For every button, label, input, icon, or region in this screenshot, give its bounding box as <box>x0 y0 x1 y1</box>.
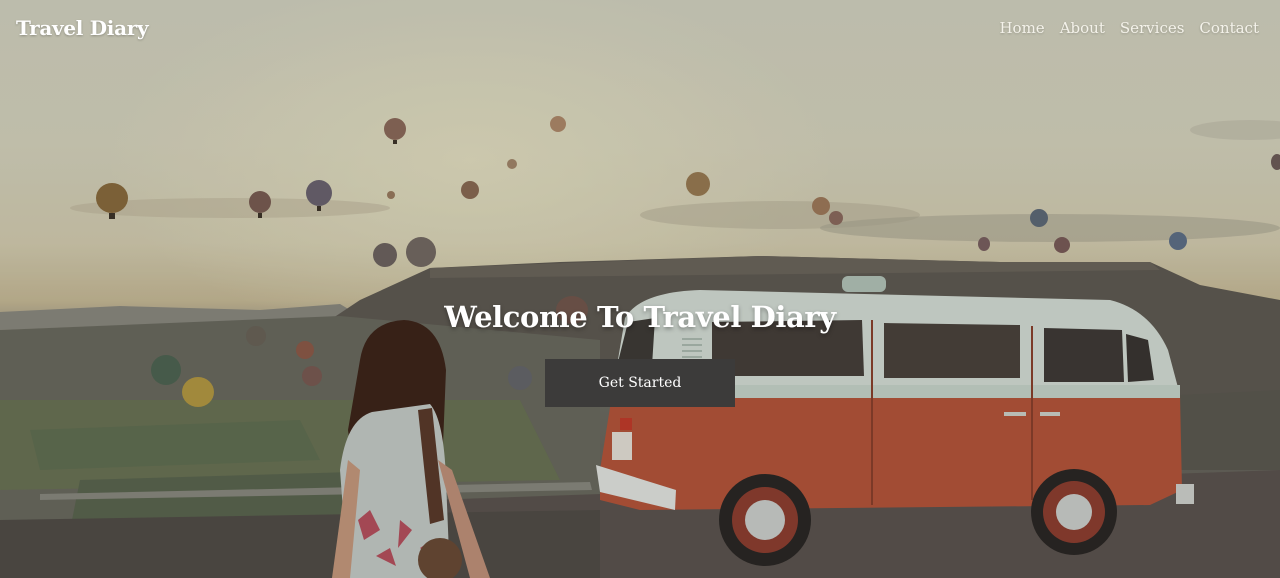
nav-link-services[interactable]: Services <box>1120 19 1185 37</box>
get-started-button[interactable]: Get Started <box>545 359 735 407</box>
nav-link-contact[interactable]: Contact <box>1199 19 1259 37</box>
navbar: Travel Diary Home About Services Contact <box>0 0 1280 56</box>
nav-link-about[interactable]: About <box>1060 19 1105 37</box>
hero-content: Welcome To Travel Diary Get Started <box>0 300 1280 407</box>
hero-title: Welcome To Travel Diary <box>444 300 836 334</box>
dark-overlay <box>0 0 1280 578</box>
nav-links: Home About Services Contact <box>999 19 1259 37</box>
nav-link-home[interactable]: Home <box>999 19 1044 37</box>
brand-logo[interactable]: Travel Diary <box>16 16 149 40</box>
hero-section: Travel Diary Home About Services Contact… <box>0 0 1280 578</box>
